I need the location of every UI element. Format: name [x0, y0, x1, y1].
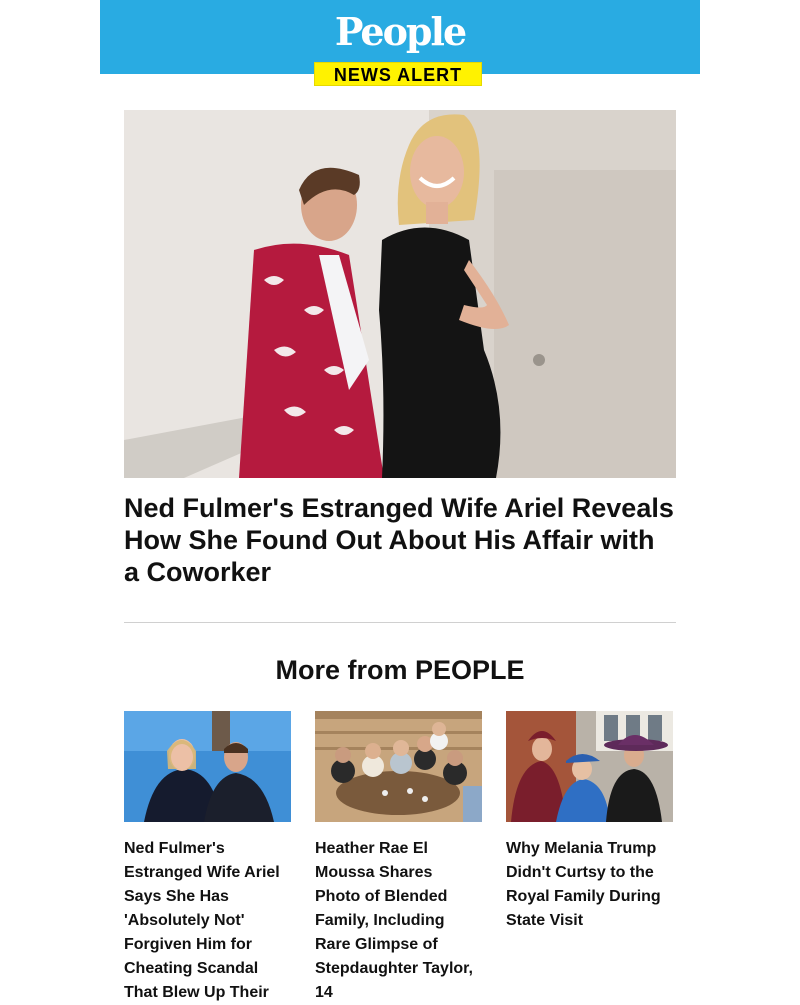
section-divider	[124, 622, 676, 623]
article-thumbnail-1[interactable]	[124, 711, 291, 822]
news-alert-badge: NEWS ALERT	[314, 62, 482, 86]
article-card-1[interactable]: Ned Fulmer's Estranged Wife Ariel Says S…	[124, 711, 291, 1005]
article-card-3[interactable]: Why Melania Trump Didn't Curtsy to the R…	[506, 711, 673, 933]
article-title-2[interactable]: Heather Rae El Moussa Shares Photo of Bl…	[315, 837, 482, 1005]
more-section-title: More from PEOPLE	[275, 655, 525, 685]
hero-image[interactable]	[124, 110, 676, 478]
hero-headline[interactable]: Ned Fulmer's Estranged Wife Ariel Reveal…	[124, 492, 676, 588]
people-logo[interactable]: People	[100, 8, 700, 56]
article-thumbnail-2[interactable]	[315, 711, 482, 822]
article-title-3[interactable]: Why Melania Trump Didn't Curtsy to the R…	[506, 837, 673, 933]
article-title-1[interactable]: Ned Fulmer's Estranged Wife Ariel Says S…	[124, 837, 291, 1005]
article-thumbnail-3[interactable]	[506, 711, 673, 822]
article-card-2[interactable]: Heather Rae El Moussa Shares Photo of Bl…	[315, 711, 482, 1005]
